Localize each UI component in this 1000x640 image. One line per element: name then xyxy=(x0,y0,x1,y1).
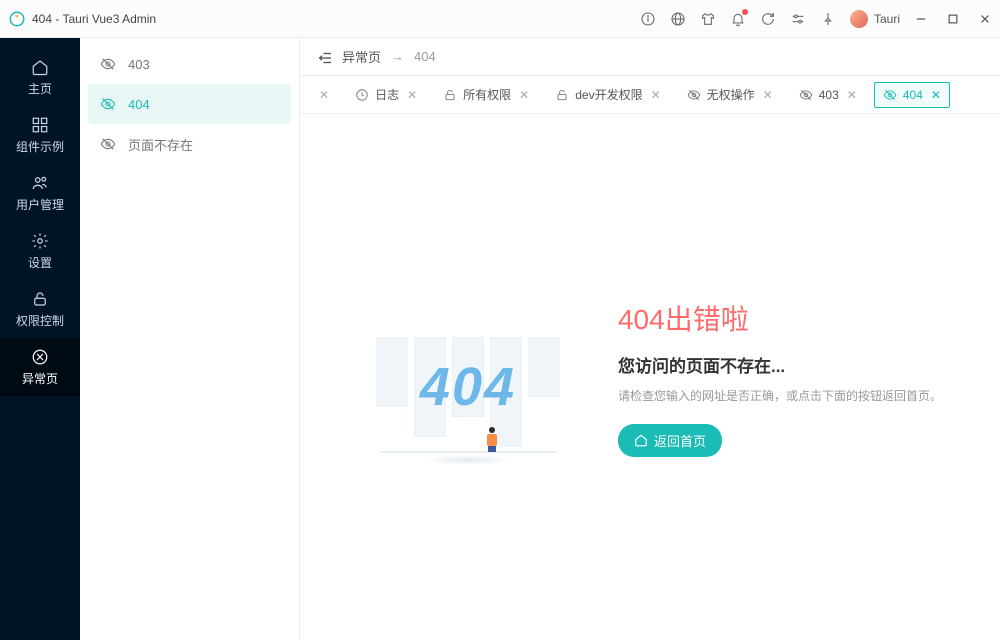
submenu-item-label: 404 xyxy=(128,97,150,112)
tab-404[interactable]: 404 ✕ xyxy=(874,82,950,108)
sidebar-item-users[interactable]: 用户管理 xyxy=(0,164,80,222)
error-icon xyxy=(31,348,49,366)
menu-collapse-icon[interactable] xyxy=(316,49,332,65)
tab-label: dev开发权限 xyxy=(575,86,642,103)
illustration-person-icon xyxy=(486,427,498,451)
tab-label: 404 xyxy=(903,88,923,102)
lock-icon xyxy=(31,290,49,308)
error-subtitle: 您访问的页面不存在... xyxy=(618,352,942,377)
globe-icon[interactable] xyxy=(670,11,686,27)
sidebar-item-label: 异常页 xyxy=(22,370,58,387)
tab-truncated[interactable]: ✕ xyxy=(308,82,338,108)
app-logo-icon xyxy=(8,10,26,28)
button-label: 返回首页 xyxy=(654,431,706,450)
sidebar-item-label: 组件示例 xyxy=(16,138,64,155)
tab-dev-permissions[interactable]: dev开发权限 ✕ xyxy=(546,82,669,108)
eye-off-icon xyxy=(687,88,701,102)
lock-icon xyxy=(555,88,569,102)
submenu-item-404[interactable]: 404 xyxy=(88,84,291,124)
tab-close-icon[interactable]: ✕ xyxy=(651,88,661,102)
submenu-item-label: 403 xyxy=(128,57,150,72)
tab-close-icon[interactable]: ✕ xyxy=(931,88,941,102)
tab-close-icon[interactable]: ✕ xyxy=(319,88,329,102)
minimize-button[interactable] xyxy=(914,12,928,26)
eye-off-icon xyxy=(799,88,813,102)
breadcrumb-separator: → xyxy=(391,49,404,64)
page-404: 404 404出错啦 您访问的页面不存在... 请检查您输入的网址是否正确，或点… xyxy=(300,114,1000,640)
tab-403[interactable]: 403 ✕ xyxy=(790,82,866,108)
tabs-bar: ✕ 日志 ✕ 所有权限 ✕ dev开发权限 ✕ xyxy=(300,76,1000,114)
sidebar-item-home[interactable]: 主页 xyxy=(0,48,80,106)
close-button[interactable] xyxy=(978,12,992,26)
refresh-icon[interactable] xyxy=(760,11,776,27)
error-title: 404出错啦 xyxy=(618,298,942,338)
sidebar: 主页 组件示例 用户管理 设置 权限控制 异常页 xyxy=(0,38,80,640)
tab-all-permissions[interactable]: 所有权限 ✕ xyxy=(434,82,538,108)
titlebar: 404 - Tauri Vue3 Admin Tauri xyxy=(0,0,1000,38)
submenu-item-403[interactable]: 403 xyxy=(88,44,291,84)
toolbar-icons xyxy=(640,11,836,27)
tab-label: 日志 xyxy=(375,86,399,103)
illustration-404-number: 404 xyxy=(420,356,516,418)
breadcrumb-group[interactable]: 异常页 xyxy=(342,47,381,66)
sidebar-item-label: 用户管理 xyxy=(16,196,64,213)
sidebar-item-settings[interactable]: 设置 xyxy=(0,222,80,280)
eye-off-icon xyxy=(100,136,116,152)
home-icon xyxy=(31,58,49,76)
breadcrumb-current: 404 xyxy=(414,49,436,64)
submenu-item-label: 页面不存在 xyxy=(128,135,193,154)
grid-icon xyxy=(31,116,49,134)
eye-off-icon xyxy=(883,88,897,102)
tab-label: 403 xyxy=(819,88,839,102)
sidebar-item-label: 主页 xyxy=(28,80,52,97)
tab-no-permission[interactable]: 无权操作 ✕ xyxy=(678,82,782,108)
tab-close-icon[interactable]: ✕ xyxy=(763,88,773,102)
bell-icon[interactable] xyxy=(730,11,746,27)
content-area: 异常页 → 404 ✕ 日志 ✕ 所有权限 ✕ de xyxy=(300,38,1000,640)
user-avatar[interactable] xyxy=(850,10,868,28)
sidebar-item-label: 设置 xyxy=(28,254,52,271)
gear-icon xyxy=(31,232,49,250)
illustration-404: 404 xyxy=(358,277,578,477)
clock-icon xyxy=(355,88,369,102)
tab-close-icon[interactable]: ✕ xyxy=(519,88,529,102)
breadcrumb: 异常页 → 404 xyxy=(300,38,1000,76)
error-description: 请检查您输入的网址是否正确，或点击下面的按钮返回首页。 xyxy=(618,387,942,404)
maximize-button[interactable] xyxy=(946,12,960,26)
pin-icon[interactable] xyxy=(820,11,836,27)
lock-icon xyxy=(443,88,457,102)
tab-log[interactable]: 日志 ✕ xyxy=(346,82,426,108)
users-icon xyxy=(31,174,49,192)
back-home-button[interactable]: 返回首页 xyxy=(618,424,722,457)
home-icon xyxy=(634,433,648,447)
tab-close-icon[interactable]: ✕ xyxy=(407,88,417,102)
error-message-box: 404出错啦 您访问的页面不存在... 请检查您输入的网址是否正确，或点击下面的… xyxy=(618,298,942,457)
submenu: 403 404 页面不存在 xyxy=(80,38,300,640)
eye-off-icon xyxy=(100,56,116,72)
window-controls xyxy=(914,12,992,26)
sidebar-item-components[interactable]: 组件示例 xyxy=(0,106,80,164)
username-label[interactable]: Tauri xyxy=(874,12,900,26)
info-icon[interactable] xyxy=(640,11,656,27)
tab-label: 无权操作 xyxy=(707,86,755,103)
settings-sliders-icon[interactable] xyxy=(790,11,806,27)
eye-off-icon xyxy=(100,96,116,112)
submenu-item-not-found[interactable]: 页面不存在 xyxy=(88,124,291,164)
sidebar-item-label: 权限控制 xyxy=(16,312,64,329)
notification-dot-icon xyxy=(742,9,748,15)
tab-close-icon[interactable]: ✕ xyxy=(847,88,857,102)
sidebar-item-error-pages[interactable]: 异常页 xyxy=(0,338,80,396)
sidebar-item-permissions[interactable]: 权限控制 xyxy=(0,280,80,338)
tab-label: 所有权限 xyxy=(463,86,511,103)
window-title: 404 - Tauri Vue3 Admin xyxy=(32,12,156,26)
shirt-icon[interactable] xyxy=(700,11,716,27)
